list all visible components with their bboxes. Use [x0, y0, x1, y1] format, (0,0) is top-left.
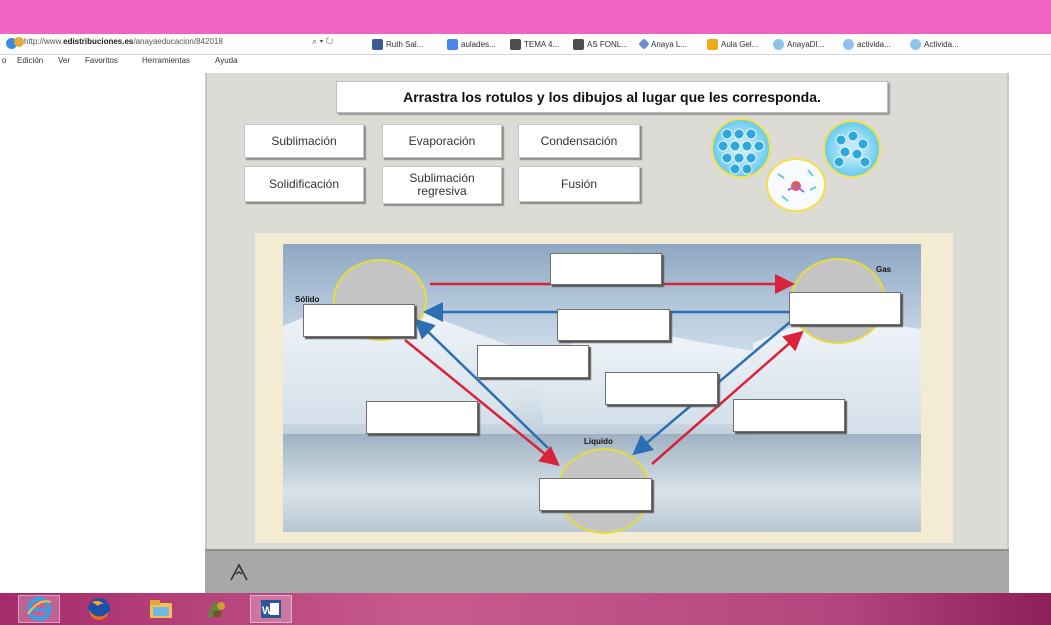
taskbar-file-explorer[interactable] [140, 595, 182, 623]
drop-zone-liquid-gas[interactable] [733, 399, 845, 432]
drop-zone-solid-gas[interactable] [550, 253, 662, 285]
firefox-icon [88, 598, 110, 621]
publisher-logo-icon[interactable] [229, 563, 249, 581]
word-icon: W [261, 600, 281, 618]
taskbar-app[interactable] [195, 595, 237, 623]
activity-footer [205, 549, 1009, 593]
taskbar-firefox[interactable] [78, 595, 120, 623]
drop-zone-gas-solid[interactable] [557, 309, 670, 341]
drop-zone-solid-liquid[interactable] [366, 401, 478, 434]
file-explorer-icon [150, 600, 172, 618]
windows-taskbar: W [0, 593, 1051, 625]
internet-explorer-icon [27, 597, 52, 621]
drop-zone-solid[interactable] [303, 304, 415, 337]
drop-zone-liquid-solid[interactable] [477, 345, 589, 378]
drop-zone-liquid[interactable] [539, 478, 652, 511]
drop-zone-gas[interactable] [789, 292, 901, 325]
drop-zone-gas-liquid[interactable] [605, 372, 718, 405]
taskbar-word[interactable]: W [250, 595, 292, 623]
svg-text:W: W [262, 605, 273, 617]
app-icon [207, 601, 225, 617]
taskbar-ie[interactable] [18, 595, 60, 623]
